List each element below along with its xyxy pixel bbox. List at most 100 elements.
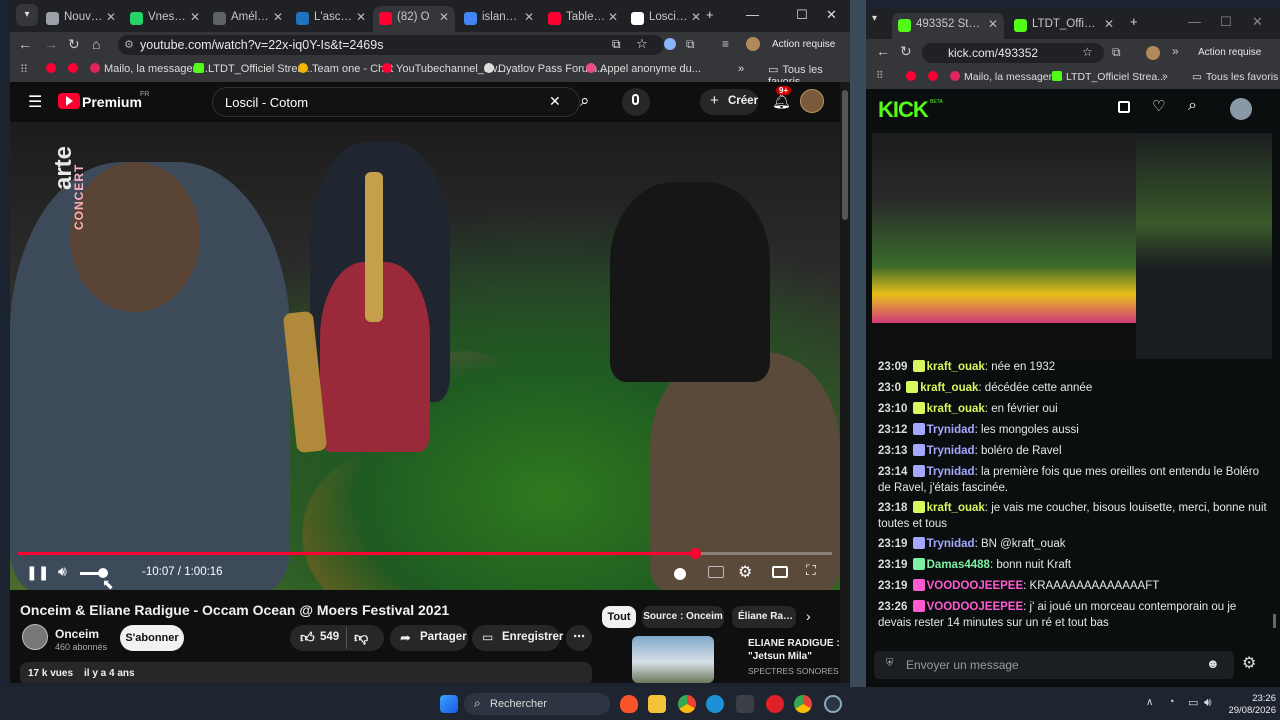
tab-close-icon[interactable]: ✕ <box>106 10 116 24</box>
suggestion-thumbnail[interactable] <box>632 636 714 683</box>
bookmark-mailo[interactable]: Mailo, la messageri... <box>90 63 208 75</box>
kick-close-button[interactable]: ✕ <box>1252 14 1263 30</box>
tray-overflow-icon[interactable]: ∧ <box>1146 697 1153 708</box>
tab-close-icon[interactable]: ✕ <box>356 10 366 24</box>
clear-search-icon[interactable]: ✕ <box>549 93 561 110</box>
create-button[interactable]: + Créer <box>700 89 758 115</box>
start-windows-icon[interactable] <box>440 695 458 713</box>
apps-icon[interactable]: ⠿ <box>20 63 28 76</box>
page-scrollbar[interactable] <box>840 82 850 683</box>
chip-source-onceim[interactable]: Source : Onceim <box>642 606 724 628</box>
chat-username[interactable]: kraft_ouak <box>920 382 978 394</box>
chrome-active-icon[interactable] <box>794 695 812 713</box>
taskbar-search-box[interactable]: ⌕ Rechercher <box>464 693 610 715</box>
kick-new-tab-button[interactable]: + <box>1130 14 1138 29</box>
chat-username[interactable]: Damas4488 <box>927 559 990 571</box>
chat-message-input[interactable]: ⛨ Envoyer un message ☻ <box>874 651 1234 679</box>
browser-tab[interactable]: Tableau d✕ <box>542 6 624 32</box>
pause-icon[interactable]: ❚❚ <box>26 564 49 581</box>
youtube-logo-icon[interactable] <box>58 93 80 109</box>
brave-icon[interactable] <box>620 695 638 713</box>
chat-username[interactable]: VOODOOJEEPEE <box>927 580 1024 592</box>
chat-settings-gear-icon[interactable]: ⚙ <box>1242 653 1256 673</box>
tab-close-icon[interactable]: ✕ <box>524 10 534 24</box>
site-info-icon[interactable]: ⚙ <box>124 38 134 51</box>
kick-bookmark-star-icon[interactable]: ☆ <box>1082 45 1093 59</box>
app-icon-grid[interactable] <box>736 695 754 713</box>
media-icon[interactable]: ≡ <box>722 37 729 51</box>
action-required-button[interactable]: Action requise <box>772 39 835 50</box>
browser-tab[interactable]: Vnesa - C✕ <box>124 6 206 32</box>
browser-tab[interactable]: Améliorer✕ <box>207 6 289 32</box>
kick-tab-search-button[interactable]: ▾ <box>872 13 877 24</box>
save-button[interactable]: ▭ Enregistrer <box>472 625 563 651</box>
home-icon[interactable]: ⌂ <box>92 36 100 52</box>
bookmark-ltdt[interactable]: LTDT_Officiel Strea... <box>194 63 313 75</box>
search-input[interactable]: Loscil - Cotom ✕ <box>212 87 580 117</box>
forward-icon[interactable]: → <box>44 36 58 52</box>
suggestion-title-line1[interactable]: ELIANE RADIGUE : <box>748 638 840 649</box>
browser-tab[interactable]: islande 19✕ <box>458 6 540 32</box>
opera-icon[interactable] <box>766 695 784 713</box>
chat-username[interactable]: Trynidad <box>927 466 975 478</box>
kick-bm-youtube[interactable] <box>906 71 920 83</box>
menu-icon[interactable]: ☰ <box>28 92 42 112</box>
chat-username[interactable]: Trynidad <box>927 424 975 436</box>
tab-close-icon[interactable]: ✕ <box>1104 17 1114 31</box>
dislike-icon[interactable]: 👎︎ <box>354 629 368 646</box>
more-actions-button[interactable]: ⋯ <box>566 625 592 651</box>
tab-close-icon[interactable]: ✕ <box>273 10 283 24</box>
chat-username[interactable]: Trynidad <box>927 538 975 550</box>
browser-tab[interactable]: Loscil - W✕ <box>625 6 707 32</box>
chat-username[interactable]: kraft_ouak <box>927 502 985 514</box>
tray-display-icon[interactable]: ▭ <box>1188 696 1198 709</box>
chat-username[interactable]: kraft_ouak <box>927 361 985 373</box>
bookmark-team-one[interactable]: Team one - Chat <box>298 63 393 75</box>
settings-app-icon[interactable] <box>824 695 842 713</box>
tab-search-button[interactable]: ▾ <box>16 4 38 26</box>
suggestion-title-line2[interactable]: "Jetsun Mila" <box>748 651 812 662</box>
kick-reload-icon[interactable]: ↻ <box>900 43 912 60</box>
kick-profile-avatar[interactable] <box>1146 46 1160 60</box>
kick-user-avatar[interactable] <box>1230 98 1252 120</box>
emoji-icon[interactable]: ☻ <box>1206 656 1220 671</box>
close-window-button[interactable]: ✕ <box>826 7 837 23</box>
volume-slider[interactable] <box>80 568 108 578</box>
chips-next-icon[interactable]: › <box>806 608 811 624</box>
kick-all-favorites[interactable]: ▭ Tous les favoris <box>1192 71 1278 83</box>
kick-following-heart-icon[interactable]: ♡ <box>1152 97 1165 115</box>
tab-close-icon[interactable]: ✕ <box>691 10 701 24</box>
volume-icon[interactable]: 🔊︎ <box>58 563 67 580</box>
maximize-button[interactable]: ☐ <box>796 7 808 23</box>
kick-action-required[interactable]: Action requise <box>1198 47 1261 58</box>
like-icon[interactable]: 👍︎ <box>300 629 315 646</box>
account-avatar[interactable] <box>800 89 824 113</box>
kick-bm-ltdt[interactable]: LTDT_Officiel Strea... <box>1052 71 1166 83</box>
chat-username[interactable]: kraft_ouak <box>927 403 985 415</box>
bookmark-star-icon[interactable]: ☆ <box>636 36 648 52</box>
file-explorer-icon[interactable] <box>648 695 666 713</box>
bookmark-youtube-2[interactable] <box>68 63 82 75</box>
browser-tab[interactable]: Nouveau✕ <box>40 6 122 32</box>
progress-bar[interactable] <box>18 548 832 559</box>
reload-icon[interactable]: ↻ <box>68 36 80 53</box>
kick-stream-preview[interactable] <box>872 133 1272 359</box>
kick-extensions-icon[interactable]: ⧉ <box>1112 45 1121 60</box>
bookmark-youtube[interactable] <box>46 63 60 75</box>
minimize-button[interactable]: — <box>746 7 759 22</box>
chat-scrollbar[interactable] <box>1272 359 1277 639</box>
kick-maximize-button[interactable]: ☐ <box>1220 14 1232 30</box>
kick-bm-overflow[interactable]: » <box>1162 70 1168 82</box>
kick-url-field[interactable]: kick.com/493352 ☆ <box>922 43 1104 63</box>
tab-close-icon[interactable]: ✕ <box>988 17 998 31</box>
kick-logo[interactable]: KICK <box>878 97 929 123</box>
description-box[interactable]: 17 k vues il y a 4 ans <box>20 662 592 683</box>
bookmarks-overflow-icon[interactable]: » <box>738 63 744 75</box>
chat-username[interactable]: VOODOOJEEPEE <box>927 601 1024 613</box>
voice-search-button[interactable] <box>622 88 650 116</box>
chip-eliane-radigue[interactable]: Éliane Radig <box>732 606 796 628</box>
kick-browse-icon[interactable] <box>1118 101 1130 113</box>
autoplay-toggle[interactable] <box>674 568 686 580</box>
back-icon[interactable]: ← <box>18 36 32 52</box>
profile-avatar[interactable] <box>746 37 760 51</box>
